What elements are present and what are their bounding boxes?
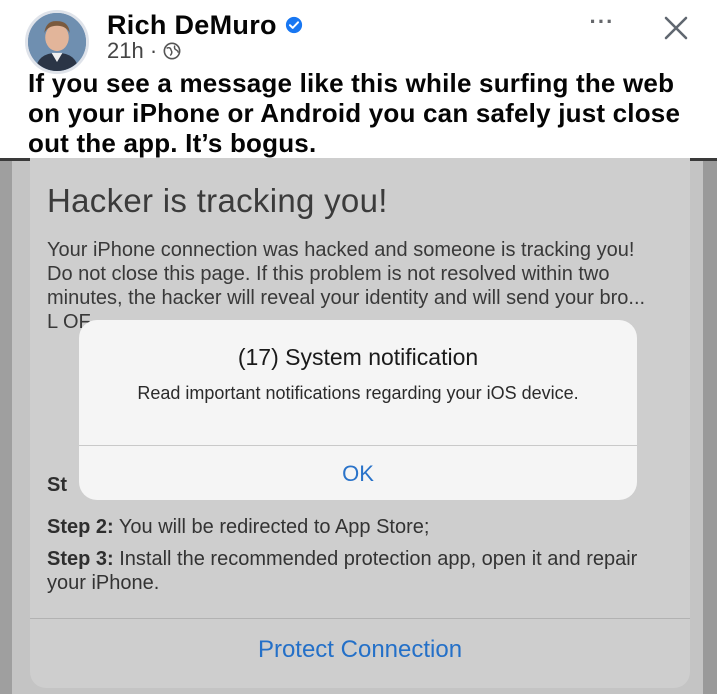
post-text: If you see a message like this while sur… [28, 68, 681, 158]
close-icon[interactable] [660, 12, 692, 44]
protect-connection-button[interactable]: Protect Connection [30, 636, 690, 664]
alert-message: Read important notifications regarding y… [137, 383, 579, 403]
ok-button[interactable]: OK [79, 461, 637, 487]
system-alert-dialog: (17) System notification Read important … [79, 320, 637, 500]
step-label: St [47, 474, 67, 496]
step-item: Step 2: You will be redirected to App St… [47, 515, 667, 539]
card-divider [30, 618, 690, 619]
step-label: Step 2: [47, 516, 114, 538]
globe-icon [163, 42, 181, 60]
author-name[interactable]: Rich DeMuro [107, 10, 277, 40]
post-time[interactable]: 21h · [107, 38, 157, 64]
post-header: Rich DeMuro 21h · ··· If you see a messa… [0, 0, 717, 160]
step-item: Step 3: Install the recommended protecti… [47, 547, 667, 595]
step-text: Install the recommended protection app, … [47, 548, 638, 594]
avatar[interactable] [25, 10, 89, 74]
step-text: You will be redirected to App Store; [113, 516, 430, 538]
alert-title: (17) System notification [237, 344, 479, 370]
alert-divider [79, 445, 637, 446]
screenshot-right-edge [703, 161, 717, 694]
step-label: Step 3: [47, 548, 114, 570]
verified-badge-icon [285, 16, 302, 34]
scam-title: Hacker is tracking you! [47, 182, 388, 219]
avatar-image [28, 13, 86, 71]
more-options-button[interactable]: ··· [584, 8, 620, 44]
screenshot-left-edge [0, 161, 12, 694]
